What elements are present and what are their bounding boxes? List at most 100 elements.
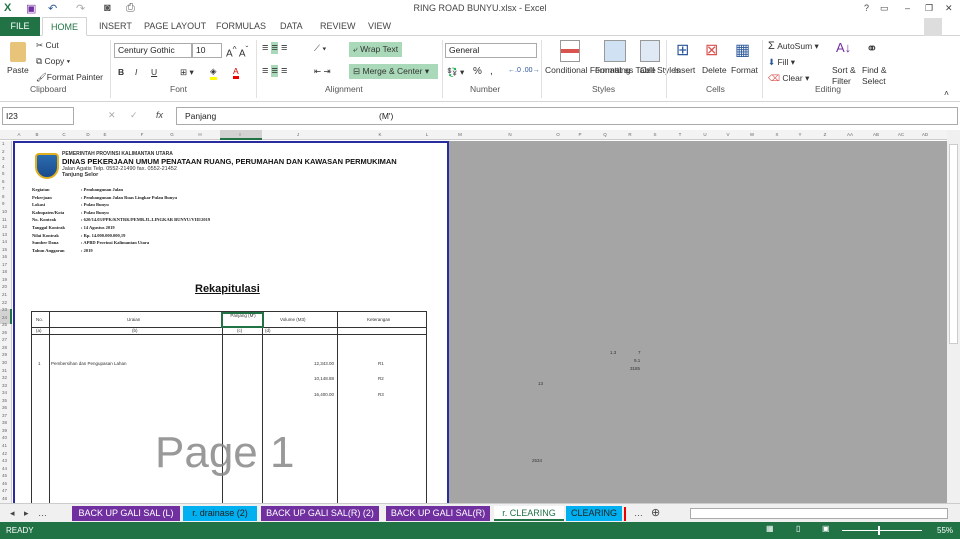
- row-header[interactable]: 32: [2, 375, 7, 380]
- column-header[interactable]: U: [703, 132, 706, 137]
- column-header[interactable]: T: [679, 132, 682, 137]
- more-sheets-left[interactable]: …: [38, 508, 47, 518]
- page-layout-view-icon[interactable]: ▯: [796, 524, 800, 533]
- tab-review[interactable]: REVIEW: [312, 17, 364, 36]
- underline-button[interactable]: U: [151, 67, 157, 77]
- font-color-icon[interactable]: A: [233, 66, 239, 79]
- row-header[interactable]: 36: [2, 405, 7, 410]
- column-header[interactable]: W: [750, 132, 754, 137]
- format-button[interactable]: Format: [731, 65, 758, 75]
- row-header[interactable]: 16: [2, 254, 7, 259]
- row-header[interactable]: 14: [2, 239, 7, 244]
- accounting-icon[interactable]: 💱 ▾: [447, 67, 464, 78]
- row-header[interactable]: 34: [2, 390, 7, 395]
- row-header[interactable]: 38: [2, 420, 7, 425]
- close-button[interactable]: ✕: [945, 3, 953, 14]
- row-header[interactable]: 22: [2, 300, 7, 305]
- row-header[interactable]: 9: [2, 201, 5, 206]
- column-header[interactable]: N: [508, 132, 511, 137]
- row-header[interactable]: 23: [2, 307, 7, 312]
- column-header[interactable]: M: [458, 132, 462, 137]
- row-header[interactable]: 27: [2, 337, 7, 342]
- horizontal-scrollbar[interactable]: [690, 508, 948, 519]
- row-header[interactable]: 31: [2, 368, 7, 373]
- enter-icon[interactable]: ✓: [130, 110, 138, 121]
- row-header[interactable]: 4: [2, 164, 5, 169]
- sheet-tab[interactable]: BACK UP GALI SAL (L): [72, 506, 180, 521]
- row-header[interactable]: 18: [2, 269, 7, 274]
- bold-button[interactable]: B: [118, 67, 124, 77]
- row-header[interactable]: 25: [2, 322, 7, 327]
- column-header[interactable]: Y: [798, 132, 801, 137]
- column-header[interactable]: F: [141, 132, 144, 137]
- column-header[interactable]: K: [378, 132, 381, 137]
- column-header[interactable]: AA: [847, 132, 853, 137]
- sheet-tab[interactable]: BACK UP GALI SAL(R): [386, 506, 490, 521]
- fill-button[interactable]: ⬇ Fill ▾: [768, 57, 795, 68]
- column-header[interactable]: J: [297, 132, 299, 137]
- column-header[interactable]: I: [239, 132, 240, 137]
- clear-button[interactable]: ⌫ Clear ▾: [768, 73, 809, 84]
- row-header[interactable]: 26: [2, 330, 7, 335]
- row-header[interactable]: 28: [2, 345, 7, 350]
- tab-file[interactable]: FILE: [0, 17, 40, 36]
- row-header[interactable]: 43: [2, 458, 7, 463]
- tab-formulas[interactable]: FORMULAS: [208, 17, 274, 36]
- column-header[interactable]: V: [726, 132, 729, 137]
- row-header[interactable]: 40: [2, 435, 7, 440]
- column-header[interactable]: H: [198, 132, 201, 137]
- scroll-thumb[interactable]: [949, 144, 958, 344]
- tab-view[interactable]: VIEW: [360, 17, 399, 36]
- column-header[interactable]: P: [578, 132, 581, 137]
- more-sheets-right[interactable]: …: [634, 508, 643, 518]
- row-header[interactable]: 6: [2, 179, 5, 184]
- number-format-select[interactable]: General: [445, 43, 537, 58]
- delete-button[interactable]: Delete: [702, 65, 727, 75]
- grow-font-icon[interactable]: A^ Aˇ: [226, 44, 248, 59]
- row-header[interactable]: 2: [2, 149, 5, 154]
- font-name-select[interactable]: Century Gothic: [114, 43, 192, 58]
- prev-sheet-icon[interactable]: ◂: [10, 508, 15, 519]
- row-header[interactable]: 33: [2, 383, 7, 388]
- row-header[interactable]: 21: [2, 292, 7, 297]
- next-sheet-icon[interactable]: ▸: [24, 508, 29, 519]
- row-header[interactable]: 12: [2, 224, 7, 229]
- column-header[interactable]: R: [628, 132, 631, 137]
- zoom-level[interactable]: 55%: [937, 526, 953, 535]
- column-header[interactable]: AB: [873, 132, 879, 137]
- row-header[interactable]: 3: [2, 156, 5, 161]
- zoom-slider-thumb[interactable]: [878, 526, 880, 535]
- column-header[interactable]: S: [653, 132, 656, 137]
- row-header[interactable]: 5: [2, 171, 5, 176]
- minimize-button[interactable]: –: [905, 3, 910, 13]
- align-top-icon[interactable]: ≡ ≡ ≡: [262, 42, 287, 54]
- autosum-button[interactable]: Σ AutoSum ▾: [768, 40, 819, 52]
- column-header[interactable]: B: [35, 132, 38, 137]
- row-header[interactable]: 20: [2, 284, 7, 289]
- row-header[interactable]: 7: [2, 186, 5, 191]
- sheet-tab[interactable]: r. drainase (2): [183, 506, 257, 521]
- column-header[interactable]: O: [556, 132, 560, 137]
- help-button[interactable]: ?: [864, 3, 869, 13]
- sheet-tab[interactable]: r. CLEARING: [494, 506, 564, 521]
- row-header[interactable]: 15: [2, 247, 7, 252]
- font-size-select[interactable]: 10: [192, 43, 222, 58]
- comma-button[interactable]: ,: [490, 66, 493, 77]
- column-header[interactable]: C: [62, 132, 65, 137]
- row-header[interactable]: 48: [2, 496, 7, 501]
- row-header[interactable]: 44: [2, 466, 7, 471]
- tab-data[interactable]: DATA: [272, 17, 311, 36]
- sheet-tab[interactable]: BACK UP GALI SAL(R) (2): [261, 506, 379, 521]
- row-header[interactable]: 1: [2, 141, 5, 146]
- find-select-button[interactable]: Find & Select: [862, 65, 892, 87]
- row-header[interactable]: 24: [2, 315, 7, 320]
- column-header[interactable]: E: [103, 132, 106, 137]
- row-header[interactable]: 8: [2, 194, 5, 199]
- row-header[interactable]: 10: [2, 209, 7, 214]
- paste-button[interactable]: Paste: [7, 65, 29, 75]
- row-header[interactable]: 11: [2, 217, 7, 222]
- column-header[interactable]: AC: [898, 132, 904, 137]
- column-header[interactable]: A: [17, 132, 20, 137]
- row-header[interactable]: 46: [2, 481, 7, 486]
- row-header[interactable]: 17: [2, 262, 7, 267]
